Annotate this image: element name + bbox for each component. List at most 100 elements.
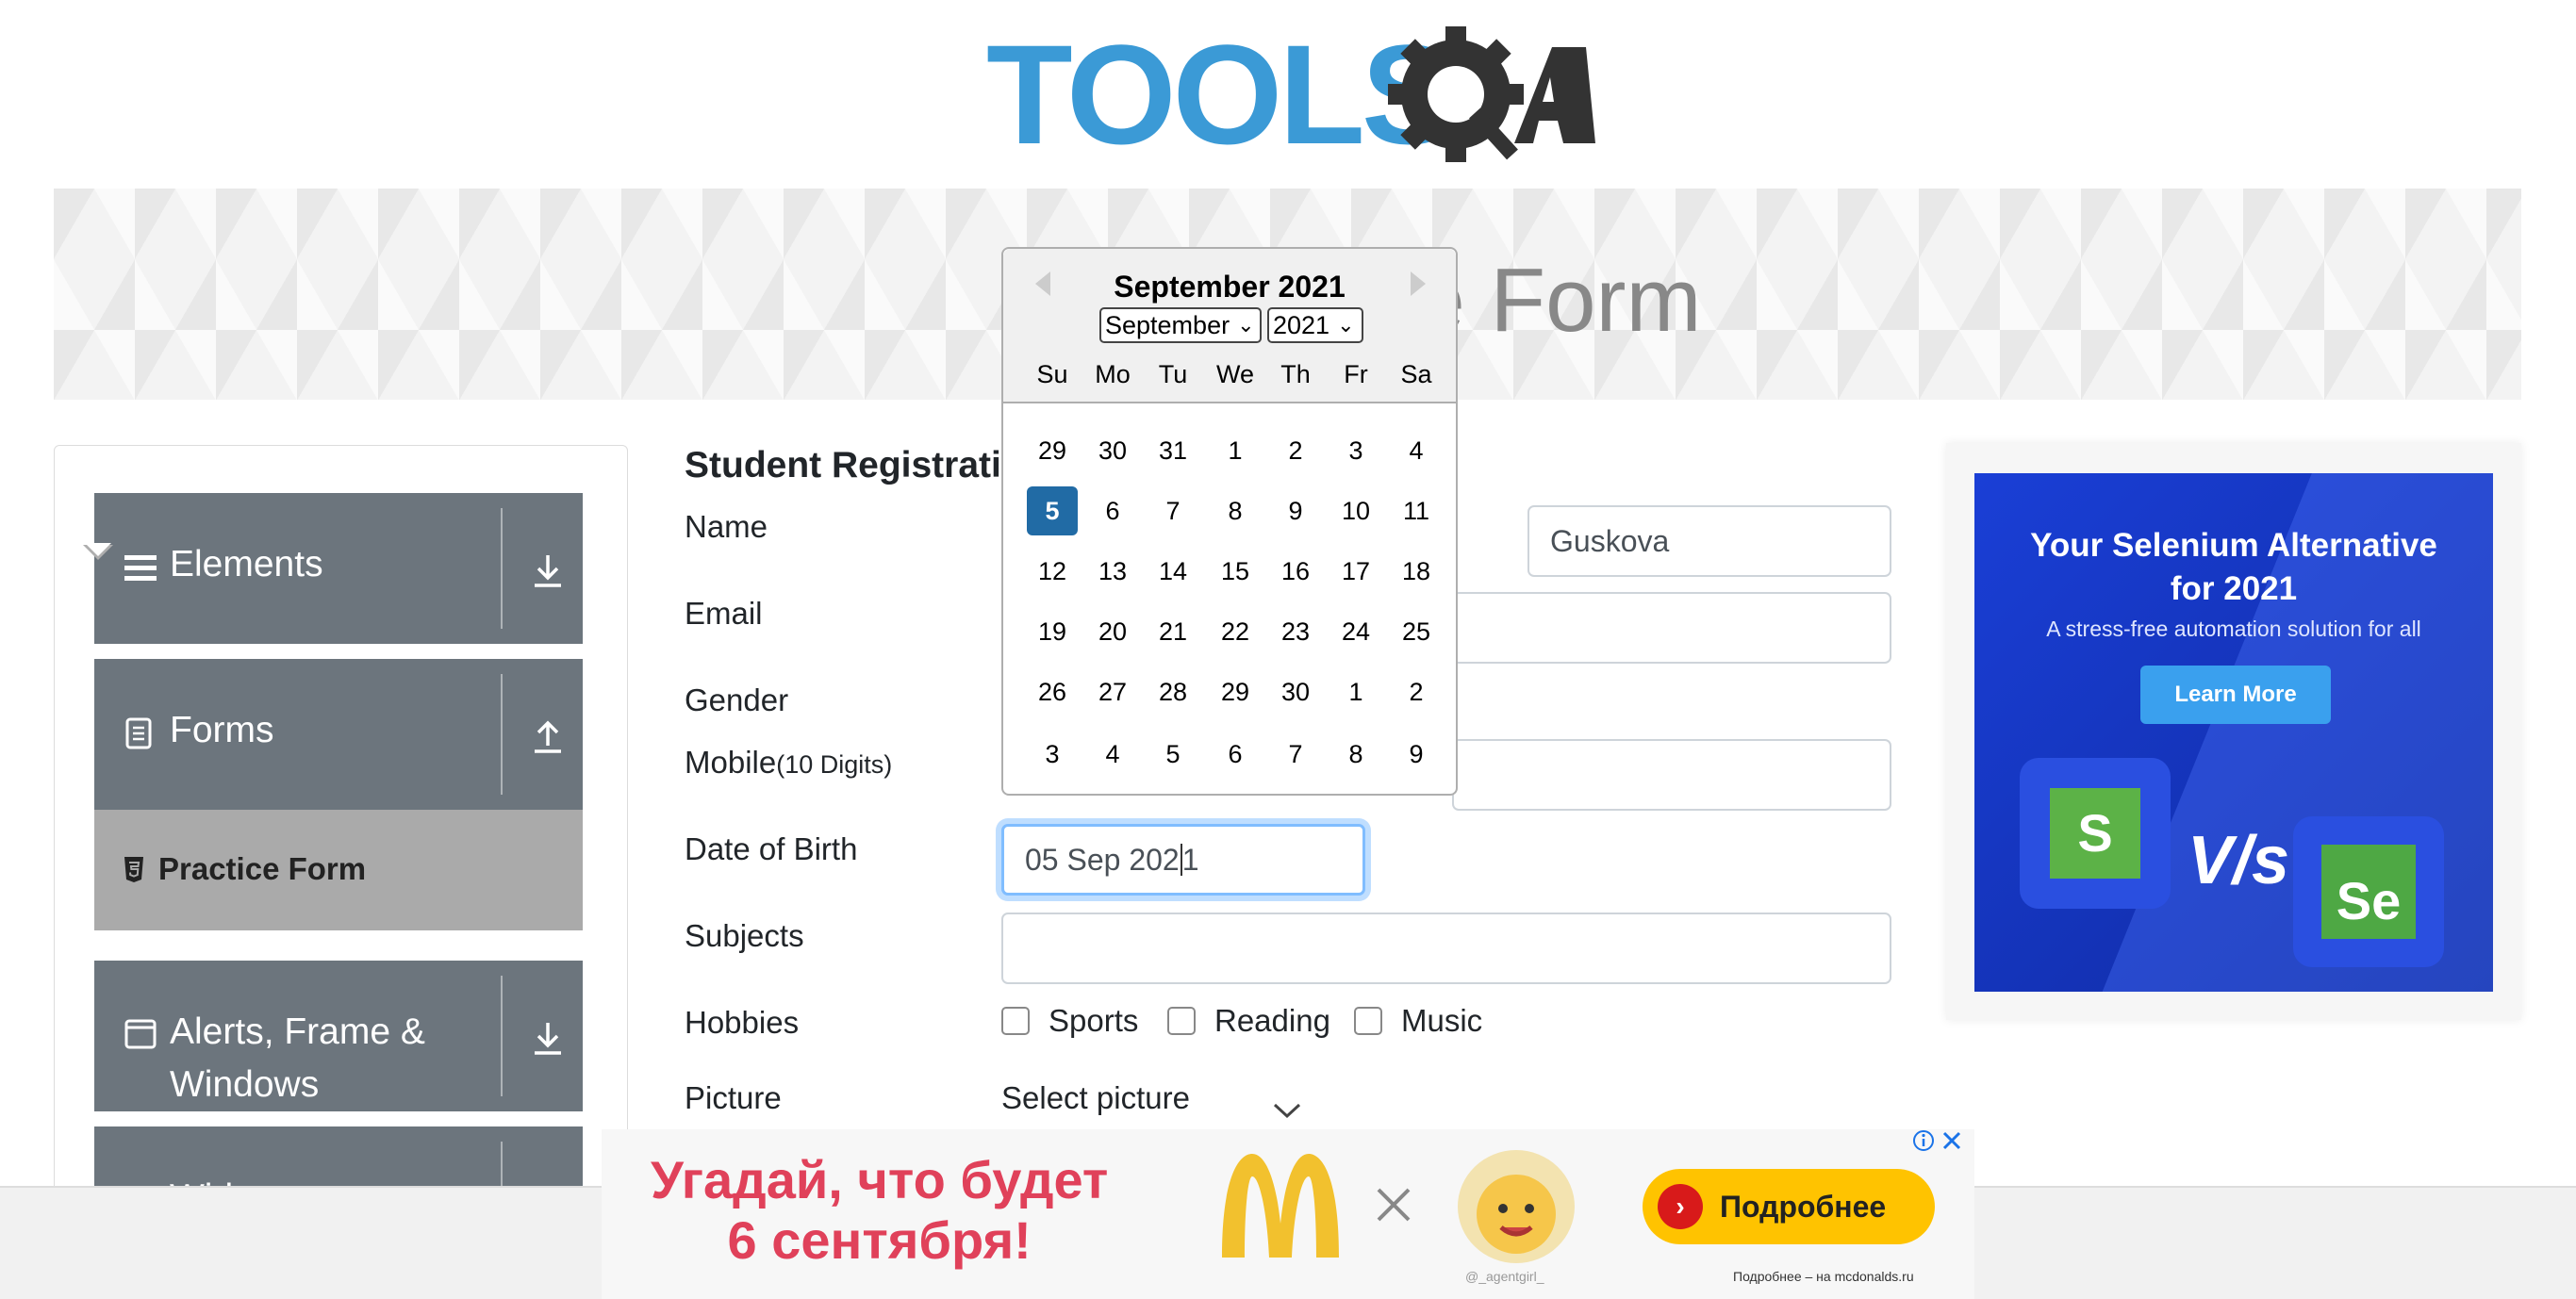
last-name-field[interactable]: Guskova <box>1527 505 1891 577</box>
calendar-day[interactable]: 4 <box>1087 730 1138 779</box>
checkbox-box[interactable] <box>1167 1007 1196 1035</box>
calendar-day[interactable]: 20 <box>1087 607 1138 656</box>
calendar-day[interactable]: 7 <box>1270 730 1321 779</box>
sidebar-item-practice-form[interactable]: Practice Form <box>94 810 583 930</box>
hobby-music-checkbox[interactable]: Music <box>1354 1003 1482 1039</box>
calendar-day[interactable]: 29 <box>1027 426 1078 475</box>
calendar-day[interactable]: 14 <box>1148 547 1198 596</box>
avatar <box>1458 1150 1575 1263</box>
subjects-input[interactable] <box>1001 913 1891 984</box>
calendar-day[interactable]: 13 <box>1087 547 1138 596</box>
hobby-sports-checkbox[interactable]: Sports <box>1001 1003 1138 1039</box>
calendar-day[interactable]: 3 <box>1027 730 1078 779</box>
divider <box>501 976 503 1096</box>
calendar-day[interactable]: 6 <box>1087 486 1138 535</box>
ad-headline-line2: for 2021 <box>2170 570 2298 607</box>
subjects-label: Subjects <box>685 918 804 953</box>
calendar-day[interactable]: 8 <box>1330 730 1381 779</box>
more-button[interactable]: › Подробнее <box>1643 1169 1935 1244</box>
ad-text-line2: 6 сентября! <box>727 1210 1032 1270</box>
select-picture-button[interactable]: Select picture <box>1001 1080 1190 1116</box>
arrow-right-icon: › <box>1658 1184 1703 1229</box>
calendar-day[interactable]: 1 <box>1330 667 1381 716</box>
calendar-day[interactable]: 18 <box>1391 547 1442 596</box>
sidebar-group-alerts[interactable]: Alerts, Frame & Windows <box>94 961 583 1111</box>
page: TOOLS Practice Form Elements <box>0 0 2576 1299</box>
calendar-day[interactable]: 29 <box>1210 667 1261 716</box>
calendar-day[interactable]: 4 <box>1391 426 1442 475</box>
calendar-day[interactable]: 16 <box>1270 547 1321 596</box>
calendar-day[interactable]: 12 <box>1027 547 1078 596</box>
month-select[interactable]: September ⌄ <box>1099 307 1262 343</box>
weekday-label: Sa <box>1400 360 1432 388</box>
next-month-button[interactable] <box>1411 271 1426 296</box>
download-icon[interactable] <box>529 1019 567 1057</box>
learn-more-button[interactable]: Learn More <box>2140 666 2331 724</box>
download-icon[interactable] <box>529 551 567 589</box>
calendar-day[interactable]: 22 <box>1210 607 1261 656</box>
versus-text: V/s <box>2188 823 2290 898</box>
calendar-day[interactable]: 9 <box>1270 486 1321 535</box>
calendar-day[interactable]: 26 <box>1027 667 1078 716</box>
year-select[interactable]: 2021 ⌄ <box>1267 307 1363 343</box>
close-icon[interactable] <box>1940 1129 1963 1152</box>
calendar-day[interactable]: 10 <box>1330 486 1381 535</box>
date-of-birth-input[interactable]: 05 Sep 202 1 <box>1001 824 1365 896</box>
calendar-day[interactable]: 17 <box>1330 547 1381 596</box>
toolsqa-logo[interactable]: TOOLS <box>986 26 1595 173</box>
popup-pointer-inner <box>85 543 111 556</box>
hobby-reading-checkbox[interactable]: Reading <box>1167 1003 1330 1039</box>
weekday-label: Su <box>1036 360 1068 388</box>
selected-day[interactable]: 5 <box>1027 486 1078 535</box>
calendar-day[interactable]: 30 <box>1270 667 1321 716</box>
calendar-day[interactable]: 8 <box>1210 486 1261 535</box>
calendar-day[interactable]: 27 <box>1087 667 1138 716</box>
calendar-day[interactable]: 24 <box>1330 607 1381 656</box>
picture-label: Picture <box>685 1080 782 1115</box>
weekday-label: Tu <box>1158 360 1188 388</box>
calendar-day[interactable]: 3 <box>1330 426 1381 475</box>
last-name-value: Guskova <box>1550 523 1670 558</box>
calendar-day[interactable]: 9 <box>1391 730 1442 779</box>
checkbox-box[interactable] <box>1001 1007 1030 1035</box>
calendar-day[interactable]: 5 <box>1148 730 1198 779</box>
ad-logo-left-tile: S <box>2020 758 2171 909</box>
checkbox-box[interactable] <box>1354 1007 1382 1035</box>
year-select-value: 2021 <box>1273 310 1330 339</box>
sidebar-item-label: Practice Form <box>158 851 367 886</box>
dob-value-tail: 1 <box>1181 842 1199 877</box>
calendar-day[interactable]: 19 <box>1027 607 1078 656</box>
dob-label: Date of Birth <box>685 831 858 866</box>
hobby-label: Music <box>1401 1003 1483 1038</box>
sidebar: Elements Forms Practice Form Alerts, Fra… <box>54 445 628 1256</box>
email-field[interactable] <box>1452 592 1891 664</box>
calendar-day[interactable]: 31 <box>1148 426 1198 475</box>
calendar-day[interactable]: 1 <box>1210 426 1261 475</box>
calendar-day[interactable]: 6 <box>1210 730 1261 779</box>
sidebar-group-label-line2: Windows <box>170 1064 320 1105</box>
selenium-alternative-ad[interactable]: Your Selenium Alternative for 2021 A str… <box>1974 473 2493 992</box>
divider <box>501 508 503 629</box>
hobby-label: Reading <box>1214 1003 1330 1038</box>
ad-text: Угадай, что будет 6 сентября! <box>651 1150 1108 1271</box>
calendar-day[interactable]: 2 <box>1391 667 1442 716</box>
dob-value: 05 Sep 202 <box>1025 842 1180 877</box>
mobile-field[interactable] <box>1452 739 1891 811</box>
calendar-day[interactable]: 2 <box>1270 426 1321 475</box>
calendar-day[interactable]: 28 <box>1148 667 1198 716</box>
sidebar-group-elements[interactable]: Elements <box>94 493 583 644</box>
calendar-day[interactable]: 7 <box>1148 486 1198 535</box>
info-icon[interactable] <box>1912 1129 1935 1152</box>
calendar-day[interactable]: 11 <box>1391 486 1442 535</box>
calendar-day[interactable]: 30 <box>1087 426 1138 475</box>
calendar-day[interactable]: 23 <box>1270 607 1321 656</box>
selenium-logo: Se <box>2321 845 2416 939</box>
upload-icon[interactable] <box>529 717 567 755</box>
sidebar-group-forms[interactable]: Forms <box>94 659 583 810</box>
hobby-label: Sports <box>1049 1003 1139 1038</box>
calendar-day[interactable]: 21 <box>1148 607 1198 656</box>
more-button-label: Подробнее <box>1720 1189 1887 1224</box>
mcdonalds-ad[interactable]: Угадай, что будет 6 сентября! @_agentgir… <box>602 1129 1974 1299</box>
calendar-day[interactable]: 15 <box>1210 547 1261 596</box>
calendar-day[interactable]: 25 <box>1391 607 1442 656</box>
